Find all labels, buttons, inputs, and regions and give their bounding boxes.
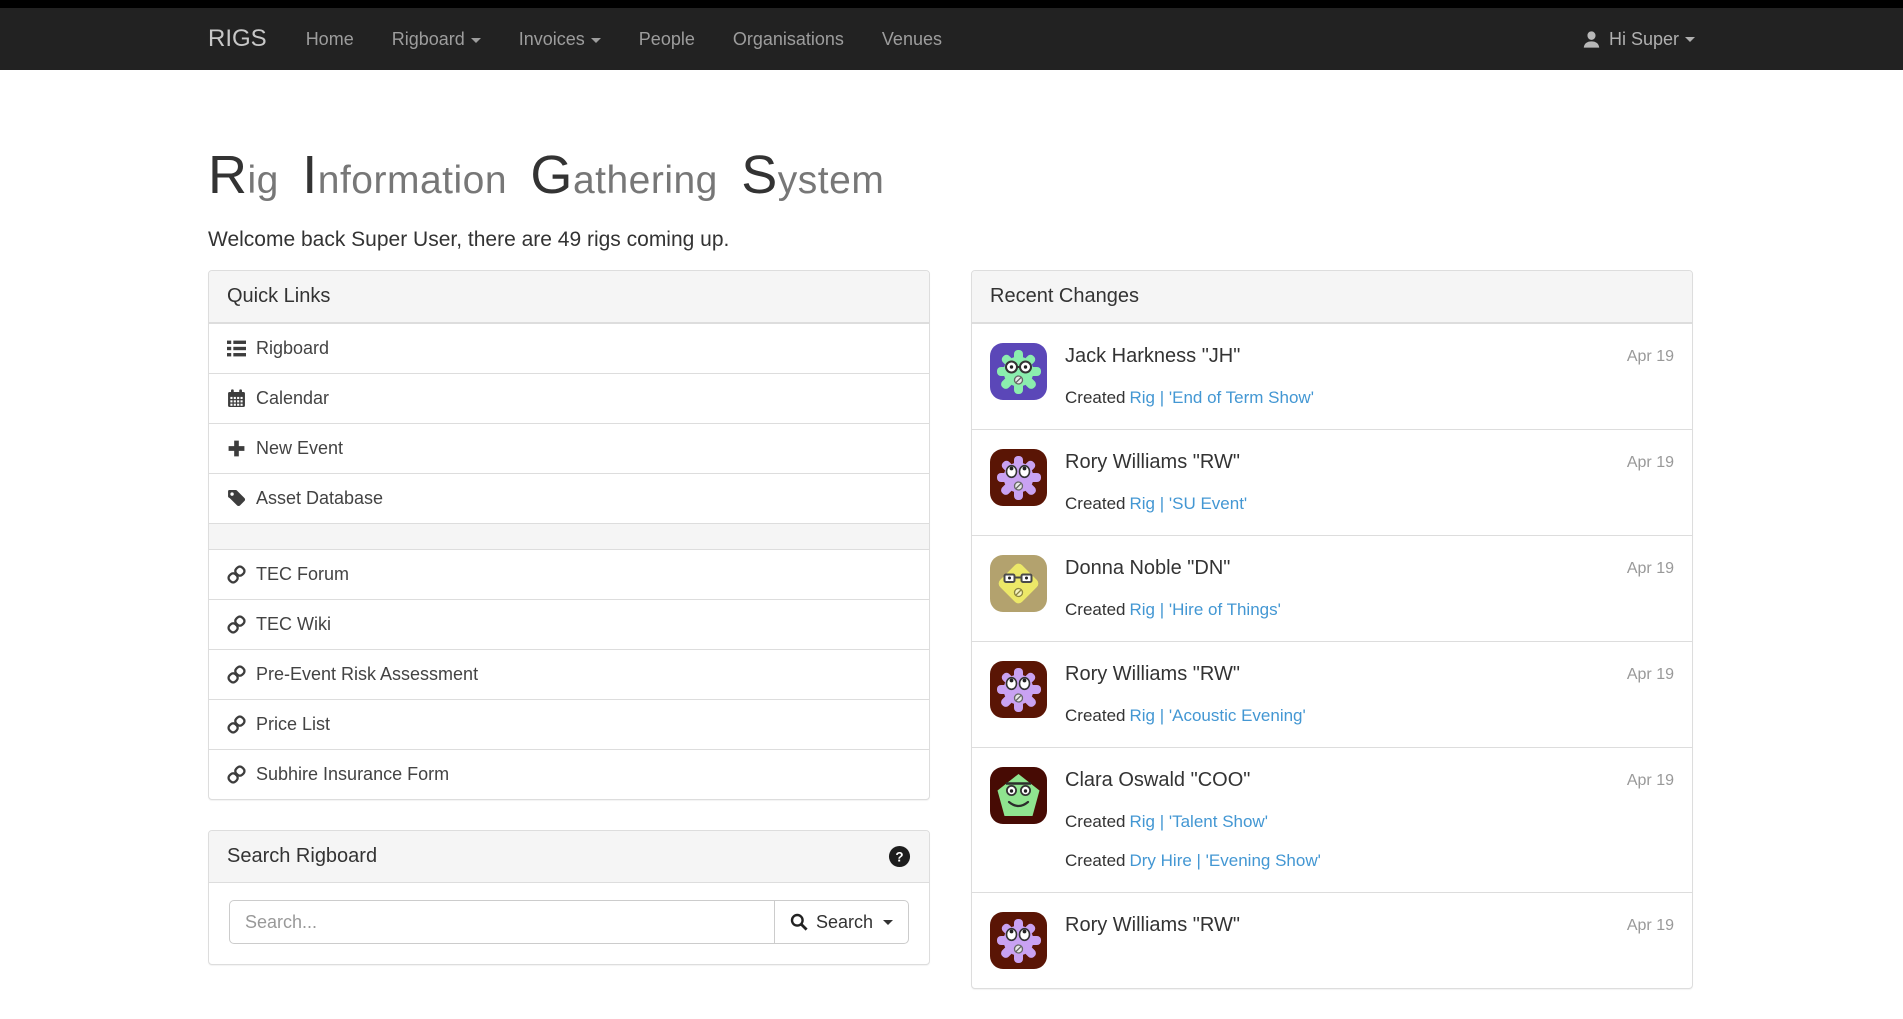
nav-item-rigboard[interactable]: Rigboard <box>373 8 500 70</box>
person-name: Clara Oswald "COO" <box>1065 767 1674 794</box>
user-icon <box>1582 30 1601 49</box>
list-icon <box>227 339 246 358</box>
change-entry: CreatedRig | 'End of Term Show' <box>1065 386 1674 409</box>
recent-change-row: Rory Williams "RW" Apr 19 CreatedRig | '… <box>972 429 1692 535</box>
link-icon <box>227 615 246 634</box>
change-link[interactable]: Rig | 'SU Event' <box>1129 494 1247 513</box>
nav-items: Home Rigboard Invoices People Organisati… <box>287 8 961 70</box>
avatar <box>990 767 1047 824</box>
quick-link-tec-forum[interactable]: TEC Forum <box>209 549 929 599</box>
quick-links-title: Quick Links <box>227 285 330 308</box>
gear-monster-icon <box>990 449 1047 506</box>
diamond-monster-icon <box>990 555 1047 612</box>
nav-item-venues[interactable]: Venues <box>863 8 961 70</box>
change-link[interactable]: Rig | 'Talent Show' <box>1129 812 1267 831</box>
user-menu[interactable]: Hi Super <box>1582 8 1695 70</box>
change-date: Apr 19 <box>1627 666 1674 684</box>
page-title: Rig Information Gathering System <box>208 144 1695 206</box>
person-name: Rory Williams "RW" <box>1065 661 1674 688</box>
nav-item-people[interactable]: People <box>620 8 714 70</box>
calendar-icon <box>227 389 246 408</box>
quick-link-pre-event-risk-assessment[interactable]: Pre-Event Risk Assessment <box>209 649 929 699</box>
search-button[interactable]: Search <box>774 900 909 944</box>
recent-change-row: Rory Williams "RW" Apr 19 CreatedRig | '… <box>972 641 1692 747</box>
link-icon <box>227 665 246 684</box>
chevron-down-icon <box>471 38 481 43</box>
nav-item-home[interactable]: Home <box>287 8 373 70</box>
change-link[interactable]: Dry Hire | 'Evening Show' <box>1129 851 1320 870</box>
avatar <box>990 555 1047 612</box>
change-date: Apr 19 <box>1627 348 1674 366</box>
tag-icon <box>227 489 246 508</box>
quick-link-asset-database[interactable]: Asset Database <box>209 473 929 523</box>
search-rigboard-title: Search Rigboard <box>227 845 377 868</box>
quick-link-tec-wiki[interactable]: TEC Wiki <box>209 599 929 649</box>
recent-changes-title: Recent Changes <box>990 285 1139 308</box>
recent-changes-panel: Recent Changes Jack Harkness "JH" Apr 19… <box>971 270 1693 989</box>
search-rigboard-panel: Search Rigboard ? Search <box>208 830 930 965</box>
change-link[interactable]: Rig | 'End of Term Show' <box>1129 388 1313 407</box>
user-greeting: Hi Super <box>1609 29 1679 50</box>
plus-icon <box>227 439 246 458</box>
person-name: Rory Williams "RW" <box>1065 912 1674 939</box>
quick-links-panel: Quick Links Rigboard Calendar New Event … <box>208 270 930 800</box>
search-icon <box>790 913 808 931</box>
link-icon <box>227 715 246 734</box>
quick-link-new-event[interactable]: New Event <box>209 423 929 473</box>
recent-change-row: Rory Williams "RW" Apr 19 <box>972 892 1692 988</box>
change-entry: CreatedRig | 'Talent Show' <box>1065 810 1674 833</box>
main-navbar: RIGS Home Rigboard Invoices People Organ… <box>0 8 1903 70</box>
gear-monster-icon <box>990 912 1047 969</box>
change-date: Apr 19 <box>1627 917 1674 935</box>
link-icon <box>227 565 246 584</box>
change-entry: CreatedRig | 'Acoustic Evening' <box>1065 704 1674 727</box>
link-icon <box>227 765 246 784</box>
change-date: Apr 19 <box>1627 454 1674 472</box>
pentagon-monster-icon <box>990 767 1047 824</box>
gear-monster-icon <box>990 343 1047 400</box>
avatar <box>990 661 1047 718</box>
change-date: Apr 19 <box>1627 560 1674 578</box>
brand-logo[interactable]: RIGS <box>208 8 267 70</box>
avatar <box>990 449 1047 506</box>
quick-link-subhire-insurance-form[interactable]: Subhire Insurance Form <box>209 749 929 799</box>
nav-item-invoices[interactable]: Invoices <box>500 8 620 70</box>
chevron-down-icon <box>1685 37 1695 42</box>
recent-change-row: Jack Harkness "JH" Apr 19 CreatedRig | '… <box>972 323 1692 429</box>
recent-change-row: Donna Noble "DN" Apr 19 CreatedRig | 'Hi… <box>972 535 1692 641</box>
gear-monster-icon <box>990 661 1047 718</box>
recent-change-row: Clara Oswald "COO" Apr 19 CreatedRig | '… <box>972 747 1692 892</box>
person-name: Rory Williams "RW" <box>1065 449 1674 476</box>
question-circle-icon[interactable]: ? <box>888 845 911 868</box>
person-name: Jack Harkness "JH" <box>1065 343 1674 370</box>
change-link[interactable]: Rig | 'Acoustic Evening' <box>1129 706 1305 725</box>
person-name: Donna Noble "DN" <box>1065 555 1674 582</box>
quick-links-separator <box>209 523 929 549</box>
change-entry: CreatedRig | 'Hire of Things' <box>1065 598 1674 621</box>
avatar <box>990 912 1047 969</box>
welcome-message: Welcome back Super User, there are 49 ri… <box>208 228 1695 252</box>
change-entry: CreatedDry Hire | 'Evening Show' <box>1065 849 1674 872</box>
change-entry: CreatedRig | 'SU Event' <box>1065 492 1674 515</box>
nav-item-organisations[interactable]: Organisations <box>714 8 863 70</box>
avatar <box>990 343 1047 400</box>
search-input[interactable] <box>229 900 775 944</box>
quick-link-price-list[interactable]: Price List <box>209 699 929 749</box>
chevron-down-icon <box>591 38 601 43</box>
quick-link-rigboard[interactable]: Rigboard <box>209 323 929 373</box>
quick-link-calendar[interactable]: Calendar <box>209 373 929 423</box>
window-top-strip <box>0 0 1903 8</box>
svg-text:?: ? <box>895 849 903 864</box>
chevron-down-icon <box>883 920 893 925</box>
change-date: Apr 19 <box>1627 772 1674 790</box>
change-link[interactable]: Rig | 'Hire of Things' <box>1129 600 1280 619</box>
